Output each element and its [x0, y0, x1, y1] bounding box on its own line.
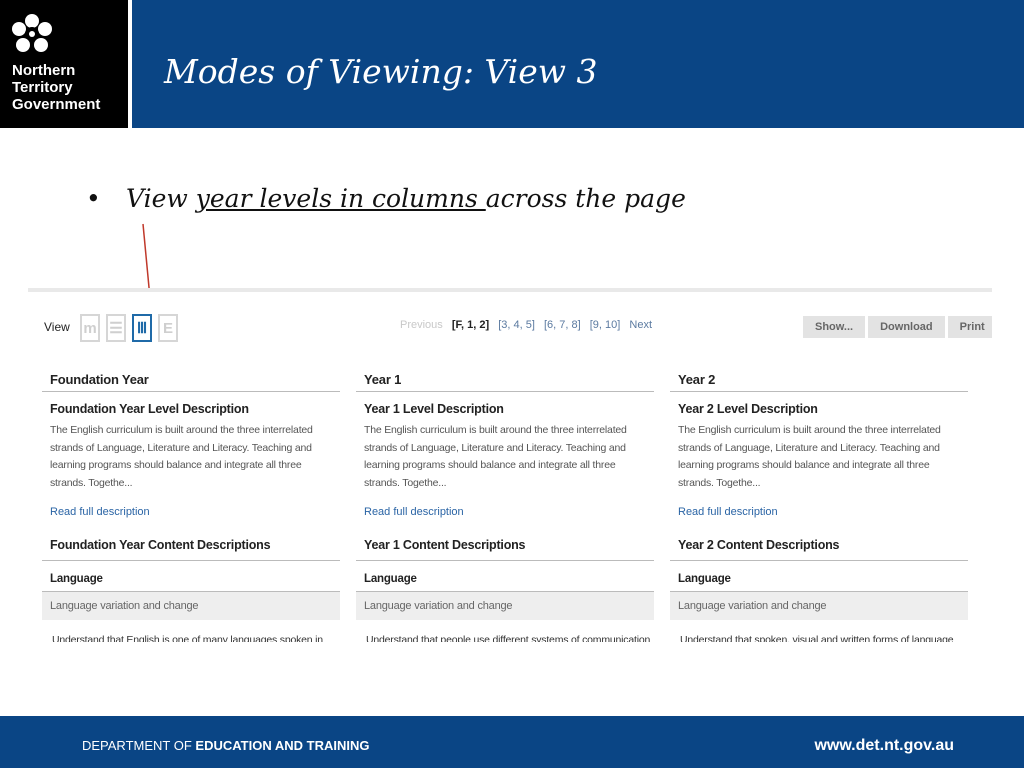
- columns-view-icon[interactable]: Ⅲ: [132, 314, 152, 342]
- content-description-text: Understand that people use different sys…: [366, 634, 651, 642]
- read-full-description-link[interactable]: Read full description: [356, 494, 654, 534]
- website-url: www.det.nt.gov.au: [814, 737, 954, 754]
- print-button[interactable]: Print: [947, 316, 992, 338]
- column-heading: Year 2: [670, 368, 968, 392]
- pager-page[interactable]: [3, 4, 5]: [498, 319, 535, 331]
- level-description-text: The English curriculum is built around t…: [50, 424, 313, 489]
- strand-heading: Language: [42, 561, 340, 592]
- rows-view-icon[interactable]: ☰: [106, 314, 126, 342]
- show-button[interactable]: Show...: [803, 316, 866, 338]
- content-descriptions-heading: Foundation Year Content Descriptions: [42, 534, 340, 561]
- strand-heading: Language: [356, 561, 654, 592]
- sub-strand-heading: Language variation and change: [356, 592, 654, 620]
- annotation-arrow-icon: [142, 223, 156, 303]
- dept-prefix: DEPARTMENT OF: [82, 738, 196, 753]
- pagination: Previous [F, 1, 2] [3, 4, 5] [6, 7, 8] […: [400, 319, 658, 331]
- year-column-1: Year 1 Year 1 Level Description The Engl…: [356, 368, 654, 642]
- year-column-foundation: Foundation Year Foundation Year Level De…: [42, 368, 340, 642]
- content-description-text: Understand that spoken, visual and writt…: [680, 634, 954, 642]
- view-mode-switcher: m ☰ Ⅲ E: [80, 314, 178, 342]
- curriculum-screenshot: View m ☰ Ⅲ E Previous [F, 1, 2] [3, 4, 5…: [28, 288, 992, 672]
- pager-page[interactable]: [6, 7, 8]: [544, 319, 581, 331]
- view-label: View: [44, 320, 70, 334]
- level-description-heading: Foundation Year Level Description: [50, 402, 249, 416]
- department-name: DEPARTMENT OF EDUCATION AND TRAINING: [82, 738, 369, 753]
- sub-strand-heading: Language variation and change: [42, 592, 340, 620]
- pager-page[interactable]: [F, 1, 2]: [452, 319, 489, 331]
- content-descriptions-heading: Year 1 Content Descriptions: [356, 534, 654, 561]
- content-descriptions-heading: Year 2 Content Descriptions: [670, 534, 968, 561]
- level-description-text: The English curriculum is built around t…: [678, 424, 941, 489]
- column-heading: Year 1: [356, 368, 654, 392]
- toolbar-buttons: Show... Download Print: [803, 316, 992, 338]
- column-heading: Foundation Year: [42, 368, 340, 392]
- dept-name: EDUCATION AND TRAINING: [195, 738, 370, 753]
- sub-strand-heading: Language variation and change: [670, 592, 968, 620]
- content-description-text: Understand that English is one of many l…: [52, 634, 323, 642]
- pager-page[interactable]: [9, 10]: [590, 319, 621, 331]
- mixed-view-icon[interactable]: m: [80, 314, 100, 342]
- elaborations-view-icon[interactable]: E: [158, 314, 178, 342]
- level-description-heading: Year 1 Level Description: [364, 402, 504, 416]
- year-column-2: Year 2 Year 2 Level Description The Engl…: [670, 368, 968, 642]
- slide-footer: DEPARTMENT OF EDUCATION AND TRAINING www…: [0, 716, 1024, 768]
- strand-heading: Language: [670, 561, 968, 592]
- download-button[interactable]: Download: [868, 316, 945, 338]
- read-full-description-link[interactable]: Read full description: [42, 494, 340, 534]
- pager-previous[interactable]: Previous: [400, 319, 443, 331]
- level-description-heading: Year 2 Level Description: [678, 402, 818, 416]
- pager-next[interactable]: Next: [629, 319, 652, 331]
- level-description-text: The English curriculum is built around t…: [364, 424, 627, 489]
- read-full-description-link[interactable]: Read full description: [670, 494, 968, 534]
